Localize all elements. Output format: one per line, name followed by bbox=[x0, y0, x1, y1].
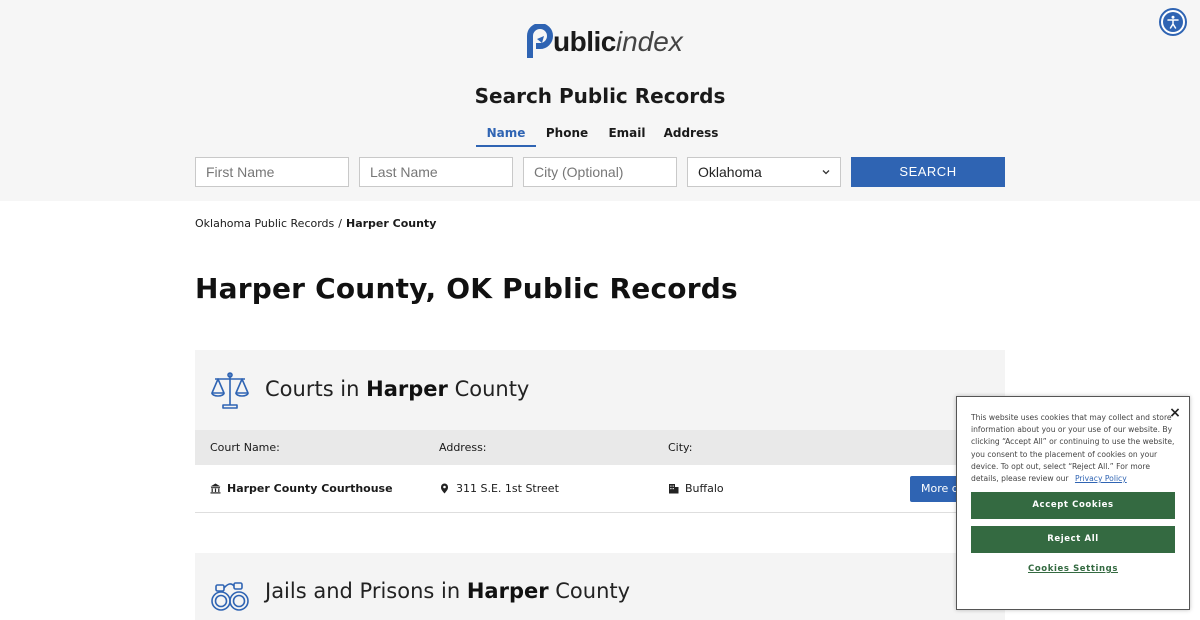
state-select-value: Oklahoma bbox=[698, 164, 762, 180]
reject-all-button[interactable]: Reject All bbox=[971, 526, 1175, 553]
jails-title-county: Harper bbox=[466, 579, 549, 603]
map-pin-icon bbox=[441, 483, 448, 494]
column-header-city: City: bbox=[668, 441, 693, 454]
column-header-court-name: Court Name: bbox=[210, 441, 280, 454]
last-name-input[interactable] bbox=[359, 157, 513, 187]
court-address: 311 S.E. 1st Street bbox=[456, 482, 559, 495]
building-icon bbox=[669, 484, 679, 494]
tab-phone[interactable]: Phone bbox=[536, 122, 598, 147]
breadcrumb-separator: / bbox=[338, 217, 342, 230]
jails-title-prefix: Jails and Prisons in bbox=[265, 579, 461, 603]
privacy-policy-link[interactable]: Privacy Policy bbox=[1075, 474, 1127, 483]
table-row: Harper County Courthouse 311 S.E. 1st St… bbox=[195, 465, 1005, 513]
cookie-consent-message: This website uses cookies that may colle… bbox=[971, 413, 1175, 484]
breadcrumb: Oklahoma Public Records / Harper County bbox=[195, 217, 436, 230]
logo-text-bold: ublic bbox=[553, 26, 616, 57]
column-header-address: Address: bbox=[439, 441, 487, 454]
courts-table-header: Court Name: Address: City: bbox=[195, 430, 1005, 465]
scales-of-justice-icon bbox=[211, 372, 249, 409]
jails-title-suffix: County bbox=[555, 579, 631, 603]
cookies-settings-link[interactable]: Cookies Settings bbox=[971, 564, 1175, 580]
courts-title-suffix: County bbox=[454, 377, 530, 401]
logo-text-light: index bbox=[615, 26, 683, 57]
search-button[interactable]: SEARCH bbox=[851, 157, 1005, 187]
breadcrumb-current: Harper County bbox=[346, 217, 437, 230]
tab-address[interactable]: Address bbox=[656, 122, 726, 147]
courts-title-prefix: Courts in bbox=[265, 377, 360, 401]
jails-section-title: Jails and Prisons in Harper County bbox=[265, 579, 630, 603]
court-name-cell: Harper County Courthouse bbox=[210, 482, 393, 495]
publicindex-logo[interactable]: ublic index bbox=[527, 22, 683, 62]
accept-cookies-button[interactable]: Accept Cookies bbox=[971, 492, 1175, 519]
courts-title-county: Harper bbox=[366, 377, 448, 401]
courthouse-icon bbox=[210, 483, 221, 494]
court-name: Harper County Courthouse bbox=[227, 482, 393, 495]
handcuffs-icon bbox=[211, 582, 249, 611]
court-city-cell: Buffalo bbox=[668, 482, 724, 495]
first-name-input[interactable] bbox=[195, 157, 349, 187]
court-address-cell: 311 S.E. 1st Street bbox=[439, 482, 559, 495]
cookie-consent-dialog: × This website uses cookies that may col… bbox=[956, 396, 1190, 610]
search-header: ublic index Search Public Records Name Ph… bbox=[0, 0, 1200, 201]
tab-email[interactable]: Email bbox=[598, 122, 656, 147]
city-input[interactable] bbox=[523, 157, 677, 187]
courts-section-title: Courts in Harper County bbox=[265, 377, 529, 401]
tab-name[interactable]: Name bbox=[476, 122, 536, 147]
accessibility-button[interactable] bbox=[1159, 8, 1187, 36]
court-city: Buffalo bbox=[685, 482, 724, 495]
breadcrumb-parent-link[interactable]: Oklahoma Public Records bbox=[195, 217, 334, 230]
courts-section-header: Courts in Harper County bbox=[195, 350, 1005, 430]
chevron-down-icon bbox=[822, 170, 830, 175]
search-tabs: Name Phone Email Address bbox=[476, 122, 726, 147]
state-select[interactable]: Oklahoma bbox=[687, 157, 841, 187]
page-title: Harper County, OK Public Records bbox=[195, 272, 738, 305]
jails-section-header: Jails and Prisons in Harper County bbox=[195, 553, 1005, 620]
logo-p-arrow-icon bbox=[527, 24, 553, 58]
cookie-consent-text: This website uses cookies that may colle… bbox=[971, 412, 1177, 485]
search-title: Search Public Records bbox=[474, 84, 726, 108]
accessibility-person-icon bbox=[1167, 15, 1179, 29]
